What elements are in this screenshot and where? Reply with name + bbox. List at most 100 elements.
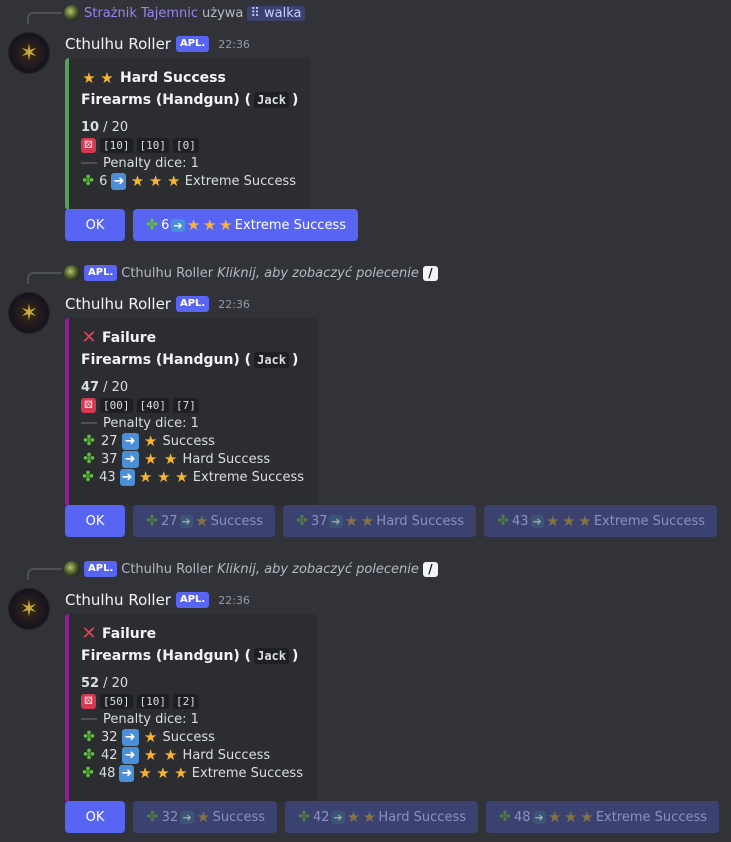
character-name: Jack [254,352,289,368]
star-icon: ★ [156,468,171,486]
die-icon: ⚄ [81,137,96,153]
reply-username[interactable]: Cthulhu Roller [121,266,213,281]
app-tag: APL. [84,265,118,281]
author-name[interactable]: Cthulhu Roller [65,591,171,609]
embed-title-text: Failure [102,626,157,642]
message-header: Cthulhu Roller APL. 22:36 [65,35,250,53]
reply-preview[interactable]: Strażnik Tajemnic używa ⠿ walka [27,3,305,24]
die-value: [0] [173,137,199,153]
reply-verb: używa [202,5,244,21]
reply-preview[interactable]: APL. Cthulhu Roller Kliknij, aby zobaczy… [27,559,438,580]
arrow-right-icon: ➜ [532,810,546,824]
reply-avatar[interactable] [64,561,80,577]
avatar[interactable]: ✶ [9,293,49,333]
cross-mark-icon: ✕ [81,623,97,644]
star-icon: ★ [175,468,189,486]
timestamp[interactable]: 22:36 [218,298,250,311]
reply-preview[interactable]: APL. Cthulhu Roller Kliknij, aby zobaczy… [27,263,438,284]
star-icon: ★ [163,746,178,764]
clover-icon: ✤ [146,513,158,529]
embed-title: ★ ★ Hard Success [81,68,296,88]
character-name: Jack [254,92,289,108]
die-value: [00] [100,397,133,413]
die-value: [40] [136,397,169,413]
clover-icon: ✤ [83,433,95,449]
star-icon: ★ [138,468,153,486]
die-value: [10] [136,137,169,153]
clover-icon: ✤ [83,729,95,745]
avatar[interactable]: ✶ [9,33,49,73]
reply-username[interactable]: Cthulhu Roller [121,562,213,577]
clover-icon: ✤ [82,173,94,189]
star-icon: ★ [174,764,188,782]
command-hint[interactable]: Kliknij, aby zobaczyć polecenie [217,266,419,281]
arrow-right-icon: ➜ [121,432,139,450]
embed-skill: Firearms (Handgun) ( Jack ) [81,648,299,664]
star-icon: ★ [564,808,578,826]
roll-total: 10 / 20 [81,118,296,136]
alternative-button-disabled: ✤ 27 ➜ ★ Success [133,505,275,537]
arrow-right-icon: ➜ [171,218,185,232]
star-icon: ★ [194,512,209,530]
arrow-right-icon: ➜ [331,810,345,824]
star-icon: ★ [219,216,233,234]
dash-icon [81,718,97,720]
star-icon: ★ [100,69,114,87]
star-icon: ★ [143,746,158,764]
star-icon: ★ [167,172,181,190]
ok-button[interactable]: OK [65,801,125,833]
avatar[interactable]: ✶ [9,589,49,629]
arrow-right-icon: ➜ [121,450,139,468]
reply-avatar[interactable] [64,5,80,21]
ok-button[interactable]: OK [65,209,125,241]
command-hint[interactable]: Kliknij, aby zobaczyć polecenie [217,562,419,577]
timestamp[interactable]: 22:36 [218,594,250,607]
dice-line: ⚄ [10] [10] [0] [81,136,296,154]
star-icon: ★ [360,512,375,530]
star-icon: ★ [130,172,145,190]
alternative-button[interactable]: ✤ 6 ➜ ★ ★ ★ Extreme Success [133,209,358,241]
message-3: APL. Cthulhu Roller Kliknij, aby zobaczy… [0,559,731,842]
dash-icon [81,162,97,164]
clover-icon: ✤ [296,513,308,529]
die-value: [50] [100,693,133,709]
arrow-right-icon: ➜ [119,468,135,486]
clover-icon: ✤ [146,217,158,233]
arrow-right-icon: ➜ [179,514,193,528]
star-icon: ★ [143,432,158,450]
star-icon: ★ [344,512,359,530]
command-mention[interactable]: ⠿ walka [247,5,305,21]
embed-title: ✕ Failure [81,624,303,644]
arrow-right-icon: ➜ [530,514,544,528]
star-icon: ★ [186,216,201,234]
clover-icon: ✤ [499,809,511,825]
roll-total: 52 / 20 [81,674,303,692]
star-icon: ★ [346,808,361,826]
reply-avatar[interactable] [64,265,80,281]
embed-title-text: Hard Success [120,70,226,86]
ok-button[interactable]: OK [65,505,125,537]
alternative-roll: ✤ 42 ➜ ★ ★ Hard Success [81,746,303,764]
app-tag: APL. [175,36,210,52]
roll-target: / 20 [103,675,129,691]
arrow-right-icon: ➜ [111,172,127,190]
clover-icon: ✤ [83,747,95,763]
alternative-roll: ✤ 6 ➜ ★ ★ ★ Extreme Success [82,172,296,190]
embed: ★ ★ Hard Success Firearms (Handgun) ( Jac… [65,58,310,210]
clover-icon: ✤ [82,469,94,485]
reply-username[interactable]: Strażnik Tajemnic [84,6,198,21]
penalty-line: Penalty dice: 1 [81,414,304,432]
star-icon: ★ [143,450,158,468]
star-icon: ★ [548,808,562,826]
star-icon: ★ [202,216,217,234]
author-name[interactable]: Cthulhu Roller [65,295,171,313]
message-1: Strażnik Tajemnic używa ⠿ walka ✶ Cthulh… [0,3,731,246]
roll-target: / 20 [103,119,129,135]
timestamp[interactable]: 22:36 [218,38,250,51]
reply-connector [27,568,62,580]
slash-command-icon: / [422,561,438,577]
star-icon: ★ [562,512,576,530]
star-icon: ★ [138,764,152,782]
author-name[interactable]: Cthulhu Roller [65,35,171,53]
alternative-roll: ✤ 32 ➜ ★ Success [81,728,303,746]
